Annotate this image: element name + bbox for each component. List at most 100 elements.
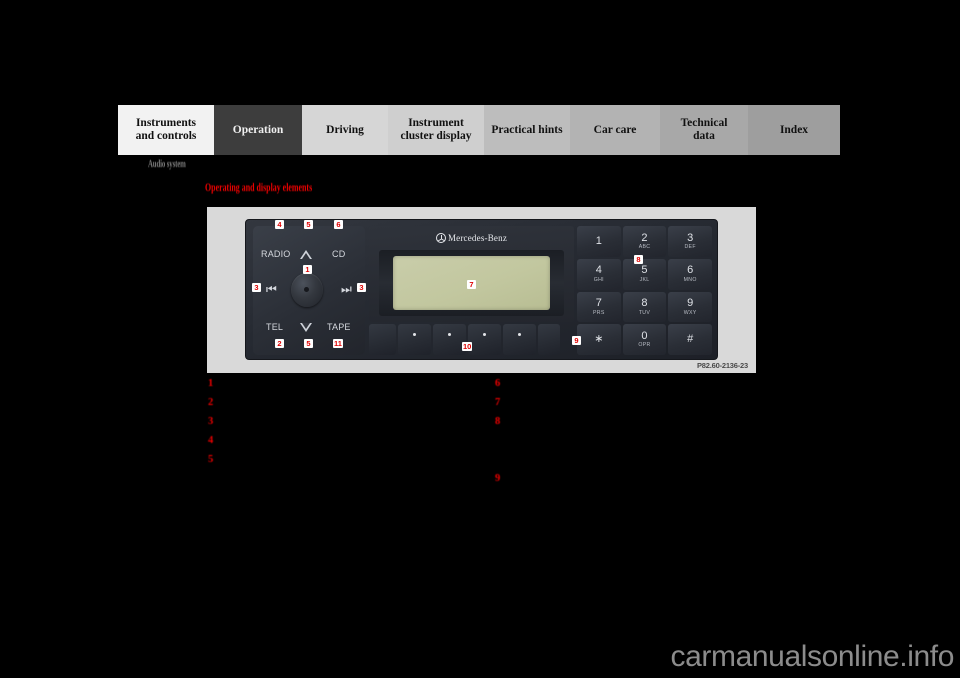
nav-tab-instruments-line1: Instruments: [135, 117, 197, 130]
legend-number-8: 8: [495, 416, 501, 427]
callout-10: 10: [462, 342, 473, 351]
nav-tab-cluster-line2: cluster display: [400, 130, 472, 142]
nav-tab-operation-label: Operation: [232, 123, 284, 136]
key-6[interactable]: 6 MNO: [668, 258, 712, 290]
radio-diagram-figure: RADIO CD TEL TAPE ⏮ ⏭ 4 5 6 3 3 1 2 5 11…: [207, 207, 756, 373]
callout-5-down: 5: [304, 339, 313, 348]
callout-5-up: 5: [304, 220, 313, 229]
site-watermark: carmanualsonline.info: [670, 640, 955, 673]
key-9[interactable]: 9 WXY: [668, 291, 712, 323]
key-3[interactable]: 3 DEF: [668, 226, 712, 257]
key-7-sub: PRS: [593, 309, 605, 316]
cd-source-button-label[interactable]: CD: [332, 249, 345, 259]
legend-number-3: 3: [208, 416, 214, 427]
key-8[interactable]: 8 TUV: [622, 291, 667, 323]
soft-button-right[interactable]: [538, 324, 560, 355]
mercedes-star-icon: [435, 233, 446, 243]
brand-text: Mercedes-Benz: [447, 233, 508, 243]
mercedes-benz-brand: Mercedes-Benz: [369, 233, 574, 243]
tel-source-button-label[interactable]: TEL: [266, 322, 283, 332]
callout-3-left: 3: [252, 283, 261, 292]
key-star-symbol: ∗: [594, 332, 604, 345]
nav-tab-hints-label: Practical hints: [491, 123, 563, 136]
seek-next-icon[interactable]: ⏭: [341, 283, 352, 295]
callout-6: 6: [334, 220, 343, 229]
key-5[interactable]: 5 JKL: [622, 258, 667, 290]
nav-tab-cluster-line1: Instrument: [408, 117, 464, 130]
triangle-down-icon[interactable]: [300, 323, 312, 332]
radio-display-panel: Mercedes-Benz 7: [369, 226, 574, 322]
preset-button-4[interactable]: [503, 324, 536, 355]
key-4[interactable]: 4 GHI: [577, 258, 621, 290]
legend-number-7: 7: [495, 397, 501, 408]
key-8-digit: 8: [641, 297, 648, 310]
nav-tab-driving[interactable]: Driving: [302, 105, 388, 155]
key-4-digit: 4: [595, 264, 602, 277]
callout-11: 11: [333, 339, 343, 348]
callout-7: 7: [467, 280, 476, 289]
callout-9: 9: [572, 336, 581, 345]
key-0[interactable]: 0 OPR: [622, 324, 667, 355]
radio-source-button-label[interactable]: RADIO: [261, 249, 291, 259]
callout-1: 1: [303, 265, 312, 274]
legend-number-1: 1: [208, 378, 214, 389]
nav-tab-practical-hints[interactable]: Practical hints: [484, 105, 570, 155]
legend-number-4: 4: [208, 435, 214, 446]
legend-number-5: 5: [208, 454, 214, 465]
key-3-sub: DEF: [684, 244, 696, 251]
key-7-digit: 7: [595, 297, 602, 310]
key-2-digit: 2: [641, 231, 648, 244]
key-3-digit: 3: [687, 231, 694, 244]
preset-button-2[interactable]: [433, 324, 466, 355]
key-5-sub: JKL: [639, 276, 650, 283]
preset-button-3[interactable]: [468, 324, 501, 355]
nav-tab-index[interactable]: Index: [748, 105, 840, 155]
key-6-sub: MNO: [683, 276, 697, 283]
key-7[interactable]: 7 PRS: [577, 291, 621, 323]
soft-button-left[interactable]: [369, 324, 396, 355]
nav-tab-carcare-label: Car care: [593, 123, 637, 136]
nav-tab-technical-data[interactable]: Technical data: [660, 105, 748, 155]
callout-4: 4: [275, 220, 284, 229]
key-hash[interactable]: #: [668, 324, 712, 355]
radio-numeric-keypad: 1 2 ABC 3 DEF 4 GHI 5 JKL 6 MNO 7 PRS 8 TUV 9 WX…: [572, 226, 712, 355]
key-star[interactable]: ∗: [577, 324, 621, 355]
figure-caption: P82.60-2136-23: [697, 361, 748, 370]
nav-tab-instruments-line2: and controls: [135, 130, 197, 142]
key-hash-symbol: #: [687, 332, 694, 345]
key-2-sub: ABC: [638, 244, 651, 251]
key-5-digit: 5: [641, 264, 648, 277]
key-8-sub: TUV: [638, 309, 651, 316]
key-2[interactable]: 2 ABC: [622, 226, 667, 257]
nav-tab-technical-line2: data: [693, 130, 715, 142]
car-radio-unit: RADIO CD TEL TAPE ⏮ ⏭ 4 5 6 3 3 1 2 5 11…: [245, 219, 718, 360]
nav-tab-driving-label: Driving: [326, 123, 364, 136]
nav-tab-car-care[interactable]: Car care: [570, 105, 660, 155]
legend-number-9: 9: [495, 473, 501, 484]
legend-number-2: 2: [208, 397, 214, 408]
subsection-heading: Operating and display elements: [205, 180, 313, 194]
legend-number-6: 6: [495, 378, 501, 389]
nav-tab-index-label: Index: [779, 123, 809, 136]
key-0-digit: 0: [641, 329, 648, 342]
nav-tab-instruments-and-controls[interactable]: Instruments and controls: [118, 105, 214, 155]
preset-button-1[interactable]: [398, 324, 431, 355]
nav-tab-operation[interactable]: Operation: [214, 105, 302, 155]
callout-3-right: 3: [357, 283, 366, 292]
key-1[interactable]: 1: [577, 226, 621, 257]
key-9-digit: 9: [687, 297, 694, 310]
preset-button-row: 10: [369, 324, 574, 355]
key-6-digit: 6: [687, 264, 694, 277]
seek-previous-icon[interactable]: ⏮: [266, 283, 277, 295]
nav-tab-instrument-cluster-display[interactable]: Instrument cluster display: [388, 105, 484, 155]
triangle-up-icon[interactable]: [300, 250, 312, 259]
key-9-sub: WXY: [683, 309, 697, 316]
section-navigation-bar: Instruments and controls Operation Drivi…: [118, 105, 840, 155]
tape-source-button-label[interactable]: TAPE: [327, 322, 351, 332]
nav-tab-technical-line1: Technical: [680, 117, 728, 130]
callout-8: 8: [634, 255, 643, 264]
key-0-sub: OPR: [638, 342, 651, 349]
rotary-volume-knob[interactable]: [291, 273, 323, 307]
callout-2: 2: [275, 339, 284, 348]
key-1-digit: 1: [595, 234, 602, 247]
